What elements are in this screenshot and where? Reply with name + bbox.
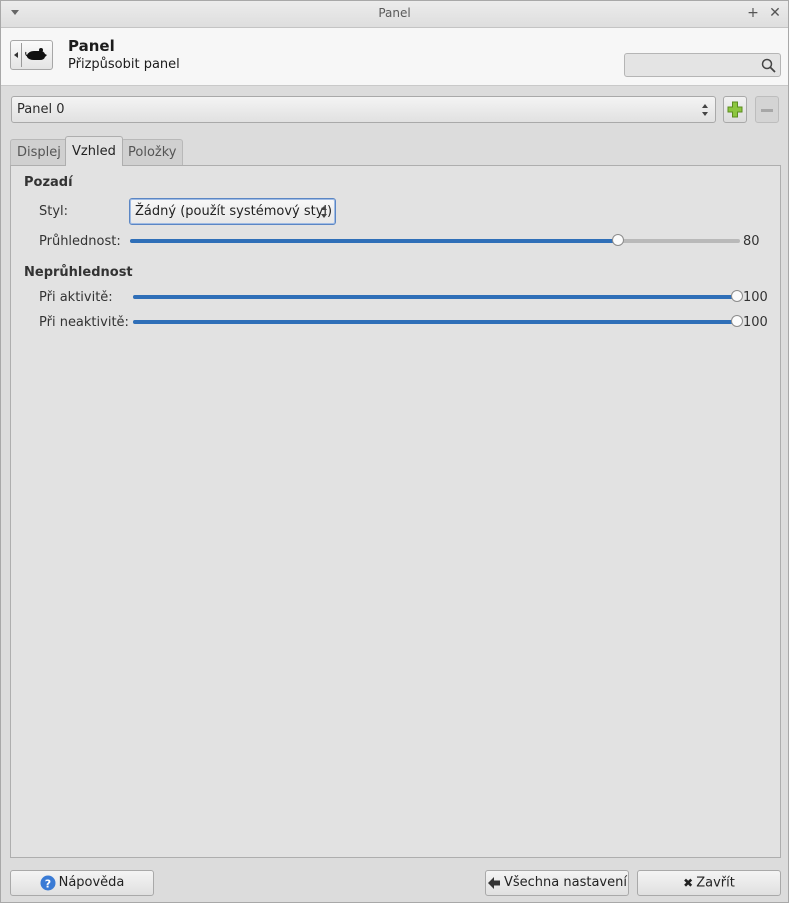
opacity-heading: Neprůhlednost [24, 265, 133, 280]
window-title: Panel [378, 6, 411, 20]
close-button[interactable]: ✖ Zavřít [637, 870, 781, 896]
close-icon[interactable]: ✕ [767, 5, 783, 21]
style-select[interactable]: Žádný (použít systémový styl) [129, 198, 336, 225]
spin-arrows-icon [320, 205, 328, 219]
remove-panel-button[interactable] [755, 96, 779, 123]
active-opacity-label: Při aktivitě: [39, 290, 113, 305]
search-input[interactable] [624, 53, 781, 77]
back-separator [21, 43, 22, 67]
mouse-icon [25, 48, 47, 60]
back-button[interactable] [10, 40, 53, 70]
add-panel-button[interactable] [723, 96, 747, 123]
dialog-title: Panel [68, 37, 115, 55]
inactive-opacity-label: Při neaktivitě: [39, 315, 129, 330]
close-x-icon: ✖ [683, 876, 694, 890]
close-label: Zavřít [696, 875, 735, 891]
panel-select-value: Panel 0 [17, 102, 65, 117]
title-bar: Panel + ✕ [1, 1, 788, 28]
tab-vzhled[interactable]: Vzhled [65, 136, 123, 166]
arrow-left-icon [488, 876, 500, 889]
slider-fill [133, 320, 737, 324]
inactive-opacity-value: 100 [743, 315, 768, 330]
active-opacity-value: 100 [743, 290, 768, 305]
minus-icon [761, 109, 773, 112]
tab-polozky[interactable]: Položky [121, 139, 184, 165]
panel-window: Panel + ✕ Panel Přizpůsobit panel Panel … [0, 0, 789, 903]
style-label: Styl: [39, 204, 69, 219]
slider-fill [133, 295, 737, 299]
slider-handle[interactable] [612, 234, 624, 246]
panel-select[interactable]: Panel 0 [11, 96, 716, 123]
help-button[interactable]: ? Nápověda [10, 870, 154, 896]
slider-fill [130, 239, 618, 243]
transparency-value: 80 [743, 234, 760, 249]
transparency-slider[interactable] [130, 234, 740, 246]
help-label: Nápověda [58, 875, 125, 890]
active-opacity-slider[interactable] [133, 290, 743, 302]
dialog-header: Panel Přizpůsobit panel [1, 28, 788, 86]
plus-icon [727, 101, 743, 118]
maximize-icon[interactable]: + [745, 5, 761, 21]
all-settings-button[interactable]: Všechna nastavení [485, 870, 629, 896]
transparency-label: Průhlednost: [39, 234, 121, 249]
search-icon [761, 58, 776, 73]
style-select-value: Žádný (použít systémový styl) [135, 204, 333, 219]
inactive-opacity-slider[interactable] [133, 315, 743, 327]
svg-text:?: ? [44, 877, 50, 890]
tab-displej[interactable]: Displej [10, 139, 68, 165]
slider-handle[interactable] [731, 315, 743, 327]
background-heading: Pozadí [24, 175, 73, 190]
help-icon: ? [40, 875, 56, 890]
slider-handle[interactable] [731, 290, 743, 302]
spin-arrows-icon [701, 103, 709, 117]
dialog-subtitle: Přizpůsobit panel [68, 57, 180, 72]
back-arrow-icon [14, 52, 18, 58]
all-settings-label: Všechna nastavení [504, 875, 627, 890]
